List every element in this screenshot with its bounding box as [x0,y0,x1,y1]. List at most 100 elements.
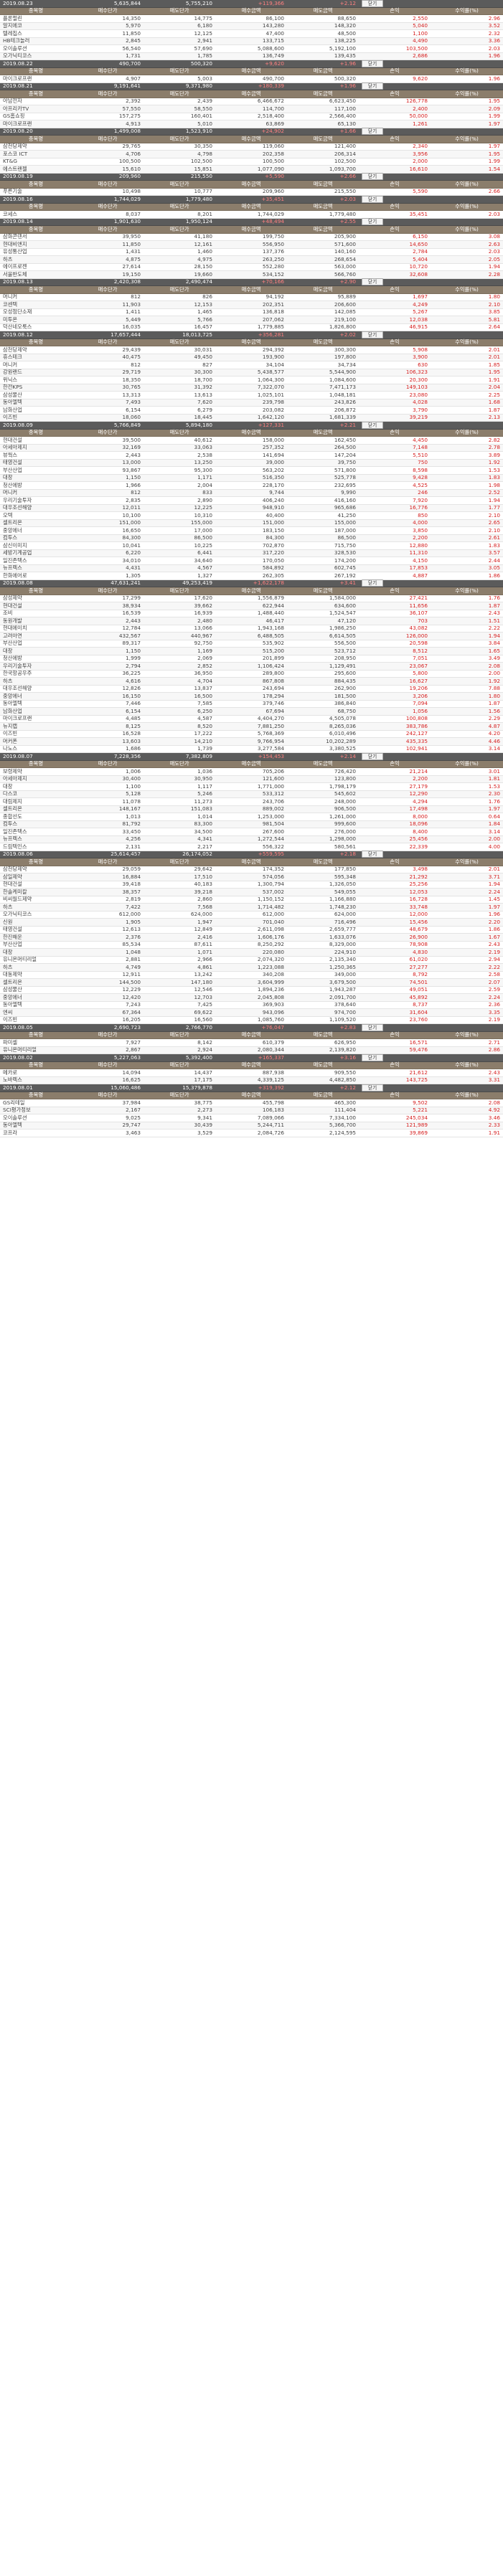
trade-row[interactable]: 한진해운 2,376 2,416 1,606,176 1,633,076 26,900 1.… [0,934,503,942]
trade-row[interactable]: 드림텍인스 2,131 2,217 556,322 580,561 22,339 4.00 [0,843,503,851]
trade-row[interactable]: 태영건설 13,000 13,250 39,000 39,750 750 1.92 [0,459,503,467]
trade-row[interactable]: 셀트리온 144,500 147,180 3,604,999 3,679,500 74,5… [0,979,503,987]
trade-row[interactable]: 일진존택스 33,450 34,500 267,600 276,000 8,400 3.14 [0,828,503,836]
trade-row[interactable]: 중앙에너 12,420 12,703 2,045,808 2,091,700 45,892… [0,994,503,1002]
close-button[interactable]: 닫기 [362,1084,384,1092]
trade-row[interactable]: 뉴프렉스 4,431 4,567 584,892 602,745 17,853 3.05 [0,564,503,572]
trade-row[interactable]: 나노스 1,686 1,739 3,277,584 3,380,525 102,941 3.… [0,745,503,753]
trade-row[interactable]: 부산산업 85,534 87,611 8,250,292 8,329,000 78,908… [0,941,503,949]
close-button[interactable]: 닫기 [362,0,384,7]
trade-row[interactable]: 텔레칩스 11,850 12,125 47,400 48,500 1,100 2.32 [0,30,503,38]
trade-row[interactable]: 노바렉스 16,625 17,175 4,339,125 4,482,850 143,72… [0,1076,503,1084]
trade-row[interactable]: 우리기술투자 2,835 2,890 406,240 416,160 7,920 1.94 [0,497,503,505]
close-button[interactable]: 닫기 [362,331,384,338]
trade-row[interactable]: 하츠 4,616 4,704 867,808 884,435 16,627 1.92 [0,678,503,686]
trade-row[interactable]: 청산에방 1,966 2,004 228,170 232,695 4,525 1.98 [0,482,503,490]
trade-row[interactable]: 셀트리온 151,000 155,000 151,000 155,000 4,000 2.6… [0,519,503,527]
trade-row[interactable]: 셀트리온 148,167 151,083 889,002 906,500 17,498 1.… [0,805,503,813]
trade-row[interactable]: 뉴지랩 8,125 8,520 7,881,250 8,265,036 383,786 4.… [0,723,503,731]
trade-row[interactable]: 세방기계공업 6,220 6,441 317,220 328,530 11,310 3.57 [0,549,503,557]
trade-row[interactable]: 남화산업 6,154 6,279 203,082 206,872 3,790 1.87 [0,407,503,415]
trade-row[interactable]: 현대에이치 12,784 13,066 1,943,168 1,986,250 43,08… [0,625,503,633]
trade-row[interactable]: 한화에어로 1,305 1,327 262,305 267,192 4,887 1.86 [0,572,503,580]
trade-row[interactable]: 푸른기술 10,498 10,777 209,960 215,550 5,590 2.66 [0,188,503,196]
trade-row[interactable]: 삼성제약 17,299 17,620 1,556,879 1,584,000 27,421… [0,595,503,602]
trade-row[interactable]: 삼천당제약 29,059 29,642 174,352 177,850 3,498 2.01 [0,866,503,873]
close-button[interactable]: 닫기 [362,218,384,225]
trade-row[interactable]: 서울반도체 19,150 19,660 534,152 566,760 32,608 2.2… [0,271,503,279]
trade-row[interactable]: 오텍 10,100 10,310 40,400 41,250 850 2.10 [0,512,503,520]
trade-row[interactable]: 동아엘텍 7,243 7,425 369,903 378,640 8,737 2.36 [0,1001,503,1009]
trade-row[interactable]: 한솔케미칼 38,357 39,218 537,002 549,055 12,053 2.2… [0,889,503,896]
close-button[interactable]: 닫기 [362,278,384,285]
trade-row[interactable]: 머니커 812 827 34,104 34,734 630 1.85 [0,361,503,369]
trade-row[interactable]: 오가닉티코스 612,000 624,000 612,000 624,000 12,000… [0,911,503,919]
trade-row[interactable]: 삼화콘덴서 39,950 41,180 199,750 205,900 6,150 3.08 [0,233,503,241]
trade-row[interactable]: 엔씨 67,364 69,622 943,096 974,700 31,604 3.35 [0,1009,503,1017]
trade-row[interactable]: 알지에코 5,970 6,180 143,280 148,320 5,040 3.52 [0,22,503,30]
trade-row[interactable]: 머니커 812 833 9,744 9,990 246 2.52 [0,489,503,497]
trade-row[interactable]: 코센텍 11,903 12,153 202,351 206,600 4,249 2.10 [0,301,503,309]
trade-row[interactable]: 대림제지 11,078 11,273 243,706 248,000 4,294 1.76 [0,798,503,806]
trade-row[interactable]: 위닉스 18,350 18,700 1,064,300 1,084,600 20,300 1… [0,377,503,384]
close-button[interactable]: 닫기 [362,173,384,180]
trade-row[interactable]: 다스코 5,128 5,246 533,312 545,602 12,290 2.30 [0,790,503,798]
trade-row[interactable]: 청산에방 1,999 2,069 201,899 208,950 7,051 3.49 [0,655,503,663]
trade-row[interactable]: 부산산업 89,317 92,750 535,902 556,500 20,598 3.84 [0,640,503,648]
trade-row[interactable]: 머커폰 13,603 14,210 9,766,954 10,202,289 435,33… [0,738,503,746]
trade-row[interactable]: 삼천당제약 29,439 30,031 294,392 300,300 5,908 2.01 [0,346,503,354]
trade-row[interactable]: 대창 1,150 1,169 515,200 523,712 8,512 1.65 [0,648,503,655]
trade-row[interactable]: 동원개발 2,443 2,480 46,417 47,120 703 1.51 [0,617,503,625]
trade-row[interactable]: 동아엘텍 29,747 30,439 5,244,711 5,366,700 121,98… [0,1122,503,1130]
trade-row[interactable]: 대창 1,100 1,117 1,771,000 1,798,179 27,179 1.53 [0,783,503,791]
trade-row[interactable]: 컴투스 81,792 83,300 981,504 999,600 18,096 1.84 [0,820,503,828]
trade-row[interactable]: 이즈빈 16,528 17,222 5,768,369 6,010,496 242,127… [0,730,503,738]
trade-row[interactable]: KT&G 100,500 102,500 100,500 102,500 2,000 1.9… [0,158,503,166]
trade-row[interactable]: 삼천당제약 29,765 30,350 119,060 121,400 2,340 1.97 [0,143,503,151]
trade-row[interactable]: 하츠 4,875 4,975 263,250 268,654 5,404 2.05 [0,256,503,264]
trade-row[interactable]: 아남전자 2,392 2,439 6,466,672 6,623,450 126,778 1… [0,98,503,105]
close-button[interactable]: 닫기 [362,752,384,760]
trade-row[interactable]: GS홈쇼핑 157,275 160,401 2,518,400 2,566,400 50,… [0,113,503,120]
trade-row[interactable]: 동아엘텍 7,446 7,585 379,746 386,840 7,094 1.87 [0,700,503,708]
trade-row[interactable]: 대창 1,150 1,171 516,350 525,778 9,428 1.83 [0,474,503,482]
trade-row[interactable]: 종합선도 1,013 1,014 1,253,000 1,261,000 8,000 0.6… [0,813,503,821]
trade-row[interactable]: 오성첨단소재 1,411 1,465 136,818 142,085 5,267 3.85 [0,308,503,316]
trade-row[interactable]: 현대건설 38,934 39,662 622,944 634,600 11,656 1.87 [0,602,503,610]
trade-row[interactable]: 컴투스 84,300 86,500 84,300 86,500 2,200 2.61 [0,534,503,542]
trade-row[interactable]: 대동제약 12,911 13,242 340,208 349,000 8,792 2.58 [0,971,503,979]
trade-row[interactable]: 강원랜드 29,719 30,300 5,438,577 5,544,900 106,32… [0,369,503,377]
trade-row[interactable]: 오이솔루션 9,025 9,341 7,089,066 7,334,100 245,034… [0,1114,503,1122]
trade-row[interactable]: 하츠 7,422 7,568 1,714,482 1,748,230 33,748 1.97 [0,904,503,911]
trade-row[interactable]: 한전KPS 30,765 31,392 7,322,070 7,471,173 149,1… [0,384,503,392]
trade-row[interactable]: 대우조선해양 12,826 13,837 243,694 262,900 19,206 7.… [0,685,503,693]
trade-row[interactable]: HB테크놀러 2,845 2,941 133,715 138,225 4,490 3.36 [0,37,503,45]
trade-row[interactable]: 에스트랜젤 15,610 15,851 1,077,090 1,093,700 16,61… [0,166,503,174]
trade-row[interactable]: 마이크로프랜 4,907 5,003 490,700 500,320 9,620 1.96 [0,75,503,83]
trade-row[interactable]: 에이프로젠 27,614 28,150 552,280 563,000 10,720 1.9… [0,263,503,271]
trade-row[interactable]: 머니커 812 826 94,192 95,889 1,697 1.80 [0,293,503,301]
trade-row[interactable]: 현대건설 39,418 40,183 1,300,794 1,326,050 25,256… [0,881,503,889]
close-button[interactable]: 닫기 [362,60,384,67]
trade-row[interactable]: 조비 16,539 16,939 1,488,440 1,524,547 36,107 2.… [0,610,503,617]
trade-row[interactable]: SCI평가정보 2,167 2,273 106,183 111,404 5,221 4.92 [0,1107,503,1114]
trade-row[interactable]: 신원 1,905 1,947 701,040 716,496 15,456 2.20 [0,919,503,927]
trade-row[interactable]: 고려아연 432,567 440,967 6,488,505 6,614,505 126,… [0,633,503,640]
trade-row[interactable]: 현대비앤지 11,850 12,161 556,950 571,600 14,650 2.6… [0,241,503,249]
trade-row[interactable]: 삼신이미지 10,041 10,225 702,870 715,750 12,880 1.8… [0,542,503,550]
trade-row[interactable]: 이즈빈 16,205 16,560 1,085,760 1,109,520 23,760 2… [0,1016,503,1024]
trade-row[interactable]: 한국항공우주 36,225 36,950 289,800 295,600 5,800 2.0… [0,670,503,678]
trade-row[interactable]: 포스코 ICT 4,706 4,798 202,358 206,314 3,956 1.95 [0,151,503,158]
trade-row[interactable]: 마이크로프랜 4,485 4,587 4,404,270 4,505,078 100,80… [0,715,503,723]
trade-row[interactable]: 중앙에너 16,650 17,000 183,150 187,000 3,850 2.10 [0,527,503,535]
trade-row[interactable]: 일진존택스 34,010 34,640 170,050 174,200 4,150 2.44 [0,557,503,565]
trade-row[interactable]: 파미셀 7,927 8,142 610,379 626,950 16,571 2.71 [0,1039,503,1047]
close-button[interactable]: 닫기 [362,421,384,429]
trade-row[interactable]: 미투온 5,449 5,766 207,062 219,100 12,038 5.81 [0,316,503,324]
trade-row[interactable]: 휴스테크 40,475 49,450 193,900 197,800 3,900 2.01 [0,354,503,361]
close-button[interactable]: 닫기 [362,128,384,135]
trade-row[interactable]: 플론펄린 14,350 14,775 86,100 88,650 2,550 2.96 [0,15,503,23]
trade-row[interactable]: 대우조선해양 12,011 12,225 948,910 965,686 16,776 1.… [0,504,503,512]
trade-row[interactable]: 메카로 14,094 14,437 887,938 909,550 21,612 2.43 [0,1069,503,1077]
trade-row[interactable]: 아세아제지 32,169 33,063 257,352 264,500 7,148 2.78 [0,444,503,452]
